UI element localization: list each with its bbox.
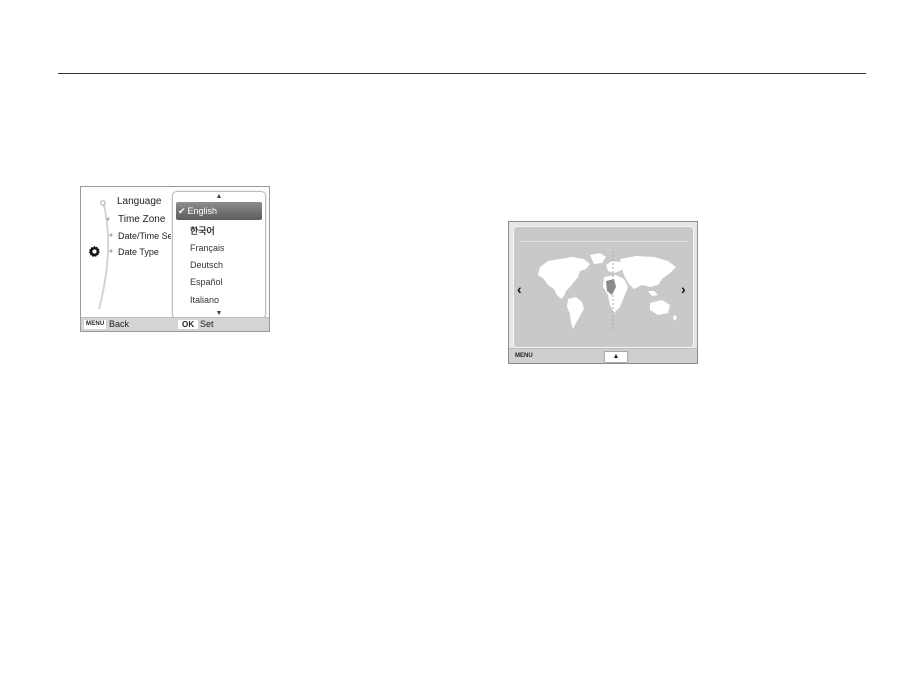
option-label: Français bbox=[190, 243, 225, 253]
language-screen-footer: MENU Back OK Set bbox=[81, 317, 269, 331]
world-map-icon bbox=[538, 251, 677, 329]
world-map-footer: MENU ▲ bbox=[509, 348, 697, 363]
menu-item-time-zone[interactable]: Time Zone bbox=[118, 214, 165, 225]
language-option-french[interactable]: Français bbox=[176, 240, 262, 256]
menu-item-date-type[interactable]: Date Type bbox=[118, 247, 159, 257]
world-map-screen: ‹ › MENU ▲ bbox=[508, 221, 698, 364]
language-settings-screen: Language Time Zone Date/Time Set Date Ty… bbox=[80, 186, 270, 332]
option-label: Italiano bbox=[190, 295, 220, 305]
map-header-line bbox=[520, 241, 688, 242]
language-option-spanish[interactable]: Español bbox=[176, 274, 262, 290]
menu-key[interactable]: MENU bbox=[84, 320, 107, 329]
option-label: Deutsch bbox=[190, 260, 224, 270]
ok-key[interactable]: OK bbox=[178, 320, 199, 329]
menu-item-date-time-set[interactable]: Date/Time Set bbox=[118, 231, 175, 241]
option-label: English bbox=[187, 206, 218, 216]
menu-item-language[interactable]: Language bbox=[117, 196, 162, 207]
page-divider bbox=[58, 73, 866, 74]
language-dropdown[interactable]: ▲ ✔ English 한국어 Français Deutsch Español … bbox=[172, 191, 266, 319]
gear-icon bbox=[88, 245, 100, 258]
option-label: Español bbox=[190, 277, 223, 287]
world-map-panel: ‹ › bbox=[513, 226, 694, 348]
back-label: Back bbox=[109, 319, 130, 329]
set-label: Set bbox=[200, 319, 214, 329]
previous-zone-arrow-icon[interactable]: ‹ bbox=[517, 282, 522, 296]
language-option-english[interactable]: ✔ English bbox=[176, 202, 262, 220]
language-option-korean[interactable]: 한국어 bbox=[176, 223, 262, 239]
language-option-italian[interactable]: Italiano bbox=[176, 292, 262, 308]
menu-key[interactable]: MENU bbox=[513, 352, 535, 361]
check-icon: ✔ bbox=[178, 206, 186, 216]
language-option-german[interactable]: Deutsch bbox=[176, 257, 262, 273]
chevron-up-icon[interactable]: ▲ bbox=[173, 193, 265, 200]
option-label: 한국어 bbox=[190, 226, 215, 236]
up-key-icon[interactable]: ▲ bbox=[604, 351, 628, 363]
next-zone-arrow-icon[interactable]: › bbox=[681, 282, 686, 296]
chevron-down-icon[interactable]: ▼ bbox=[173, 310, 265, 317]
